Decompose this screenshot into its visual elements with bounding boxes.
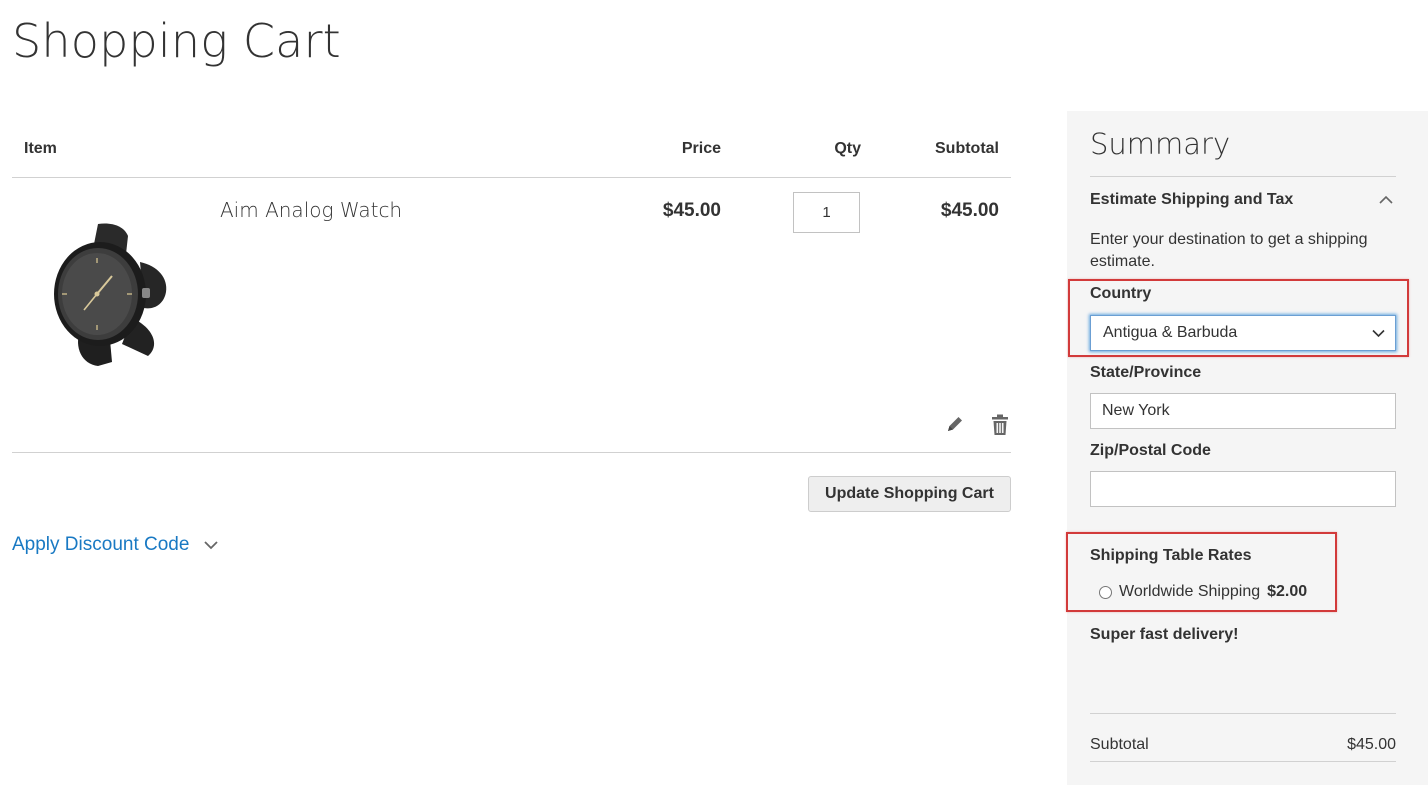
cart-table-header: Item Price Qty Subtotal xyxy=(12,130,1011,178)
product-name-link[interactable]: Aim Analog Watch xyxy=(220,198,402,222)
column-header-qty: Qty xyxy=(834,140,861,157)
shipping-description: Enter your destination to get a shipping… xyxy=(1090,231,1368,270)
watch-image[interactable] xyxy=(40,218,170,368)
cart-item-row: Aim Analog Watch $45.00 $45.00 xyxy=(12,178,1011,453)
apply-discount-label: Apply Discount Code xyxy=(12,534,190,555)
zip-label: Zip/Postal Code xyxy=(1090,442,1211,459)
item-price: $45.00 xyxy=(662,200,721,221)
estimate-shipping-title: Estimate Shipping and Tax xyxy=(1090,191,1294,208)
pencil-icon[interactable] xyxy=(945,414,965,434)
column-header-subtotal: Subtotal xyxy=(935,140,999,157)
order-summary: Summary Estimate Shipping and Tax Enter … xyxy=(1067,111,1428,785)
apply-discount-toggle[interactable]: Apply Discount Code xyxy=(12,534,219,556)
estimate-shipping-toggle[interactable]: Estimate Shipping and Tax xyxy=(1090,177,1396,222)
summary-title: Summary xyxy=(1090,127,1231,161)
totals-table: Subtotal $45.00 xyxy=(1090,713,1396,762)
chevron-down-icon xyxy=(204,541,219,550)
country-select-value: Antigua & Barbuda xyxy=(1103,324,1238,341)
totals-subtotal-label: Subtotal xyxy=(1090,736,1149,753)
shipping-rate-option[interactable]: Worldwide Shipping $2.00 xyxy=(1099,583,1307,601)
chevron-down-icon xyxy=(1372,329,1385,338)
column-header-item: Item xyxy=(24,140,57,157)
totals-row-subtotal: Subtotal $45.00 xyxy=(1090,714,1396,762)
cart-table: Item Price Qty Subtotal Aim Analog Watch… xyxy=(12,130,1011,453)
chevron-up-icon xyxy=(1379,195,1393,204)
state-label: State/Province xyxy=(1090,364,1202,381)
state-input[interactable] xyxy=(1090,393,1396,429)
shipping-rate-description: Super fast delivery! xyxy=(1090,626,1239,643)
shipping-rate-name: Worldwide Shipping xyxy=(1119,583,1261,600)
estimate-shipping-section: Estimate Shipping and Tax xyxy=(1090,176,1396,222)
qty-input[interactable] xyxy=(793,192,860,233)
update-cart-button[interactable]: Update Shopping Cart xyxy=(808,476,1011,512)
shipping-rate-radio[interactable] xyxy=(1099,585,1112,599)
country-label: Country xyxy=(1090,285,1152,302)
item-subtotal: $45.00 xyxy=(940,200,999,221)
trash-icon[interactable] xyxy=(991,414,1009,436)
country-select[interactable]: Antigua & Barbuda xyxy=(1090,315,1396,351)
totals-subtotal-value: $45.00 xyxy=(1347,736,1396,753)
shipping-rate-price: $2.00 xyxy=(1267,583,1308,600)
page-title: Shopping Cart xyxy=(12,14,341,68)
shipping-rates-title: Shipping Table Rates xyxy=(1090,547,1252,564)
zip-input[interactable] xyxy=(1090,471,1396,507)
column-header-price: Price xyxy=(681,140,721,157)
